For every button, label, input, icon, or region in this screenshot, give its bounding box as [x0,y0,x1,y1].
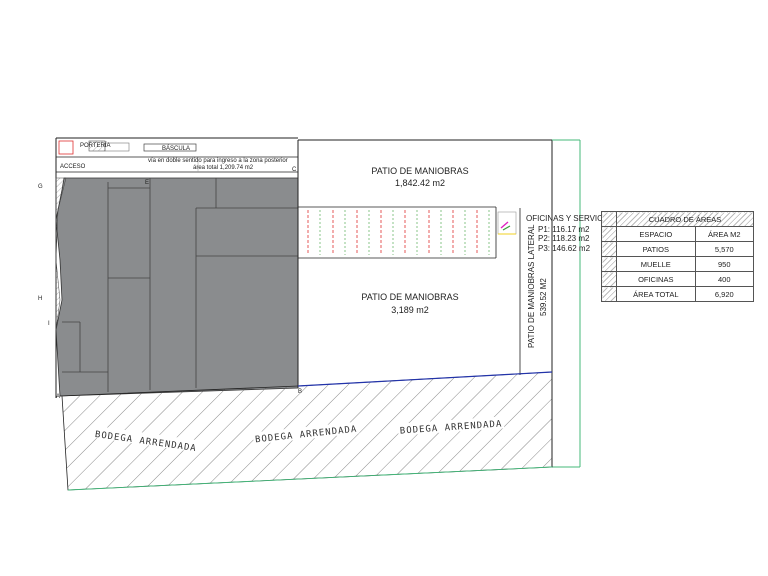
table-row: PATIOS 5,570 [601,241,755,257]
total-value: 6,920 [694,286,755,302]
access-label: ACCESO [60,164,86,170]
areas-table: CUADRO DE ÁREAS ESPACIO ÁREA M2 PATIOS 5… [601,211,755,302]
axis-label-h: H [38,296,42,302]
upper-yard-area: 1,842.42 m2 [395,178,445,188]
total-label: ÁREA TOTAL [616,286,696,302]
loading-dock [307,210,517,255]
table-row: MUELLE 950 [601,256,755,272]
row-space: MUELLE [616,256,696,272]
areas-table-title: CUADRO DE ÁREAS [616,211,754,227]
areas-table-total-row: ÁREA TOTAL 6,920 [601,286,755,302]
row-area: 950 [694,256,755,272]
axis-label-c: C [292,167,297,173]
offices-p2: P2: 118.23 m2 [538,234,590,243]
gatehouse-label: PORTERÍA [80,142,111,149]
lateral-yard-area: 539.52 M2 [539,278,548,316]
main-building [55,177,299,397]
road-note-line1: vía en doble sentido para ingreso a la z… [148,158,288,164]
row-area: 5,570 [694,241,755,257]
col-header-area: ÁREA M2 [694,226,755,242]
axis-label-g: G [38,184,43,190]
table-side-hatch [601,226,617,242]
scale-label: BÁSCULA [162,145,190,152]
offices-p1: P1: 116.17 m2 [538,225,590,234]
table-side-hatch [601,241,617,257]
axis-label-a: A [56,394,60,400]
axis-label-e: E [145,180,149,186]
lateral-yard-title: PATIO DE MANIOBRAS LATERAL [527,224,536,348]
axis-label-i: I [48,321,50,327]
table-side-hatch [601,286,617,302]
col-header-space: ESPACIO [616,226,696,242]
table-corner-hatch [601,211,617,227]
row-space: PATIOS [616,241,696,257]
row-area: 400 [694,271,755,287]
row-space: OFICINAS [616,271,696,287]
areas-table-title-row: CUADRO DE ÁREAS [601,211,754,227]
road-note-line2: área total 1,209.74 m2 [193,165,254,171]
lower-yard-area: 3,189 m2 [391,305,429,315]
offices-p3: P3: 146.62 m2 [538,244,591,253]
upper-yard-title: PATIO DE MANIOBRAS [371,166,468,176]
areas-table-header-row: ESPACIO ÁREA M2 [601,226,755,242]
table-side-hatch [601,256,617,272]
lower-yard-title: PATIO DE MANIOBRAS [361,292,458,302]
table-row: OFICINAS 400 [601,271,755,287]
table-side-hatch [601,271,617,287]
